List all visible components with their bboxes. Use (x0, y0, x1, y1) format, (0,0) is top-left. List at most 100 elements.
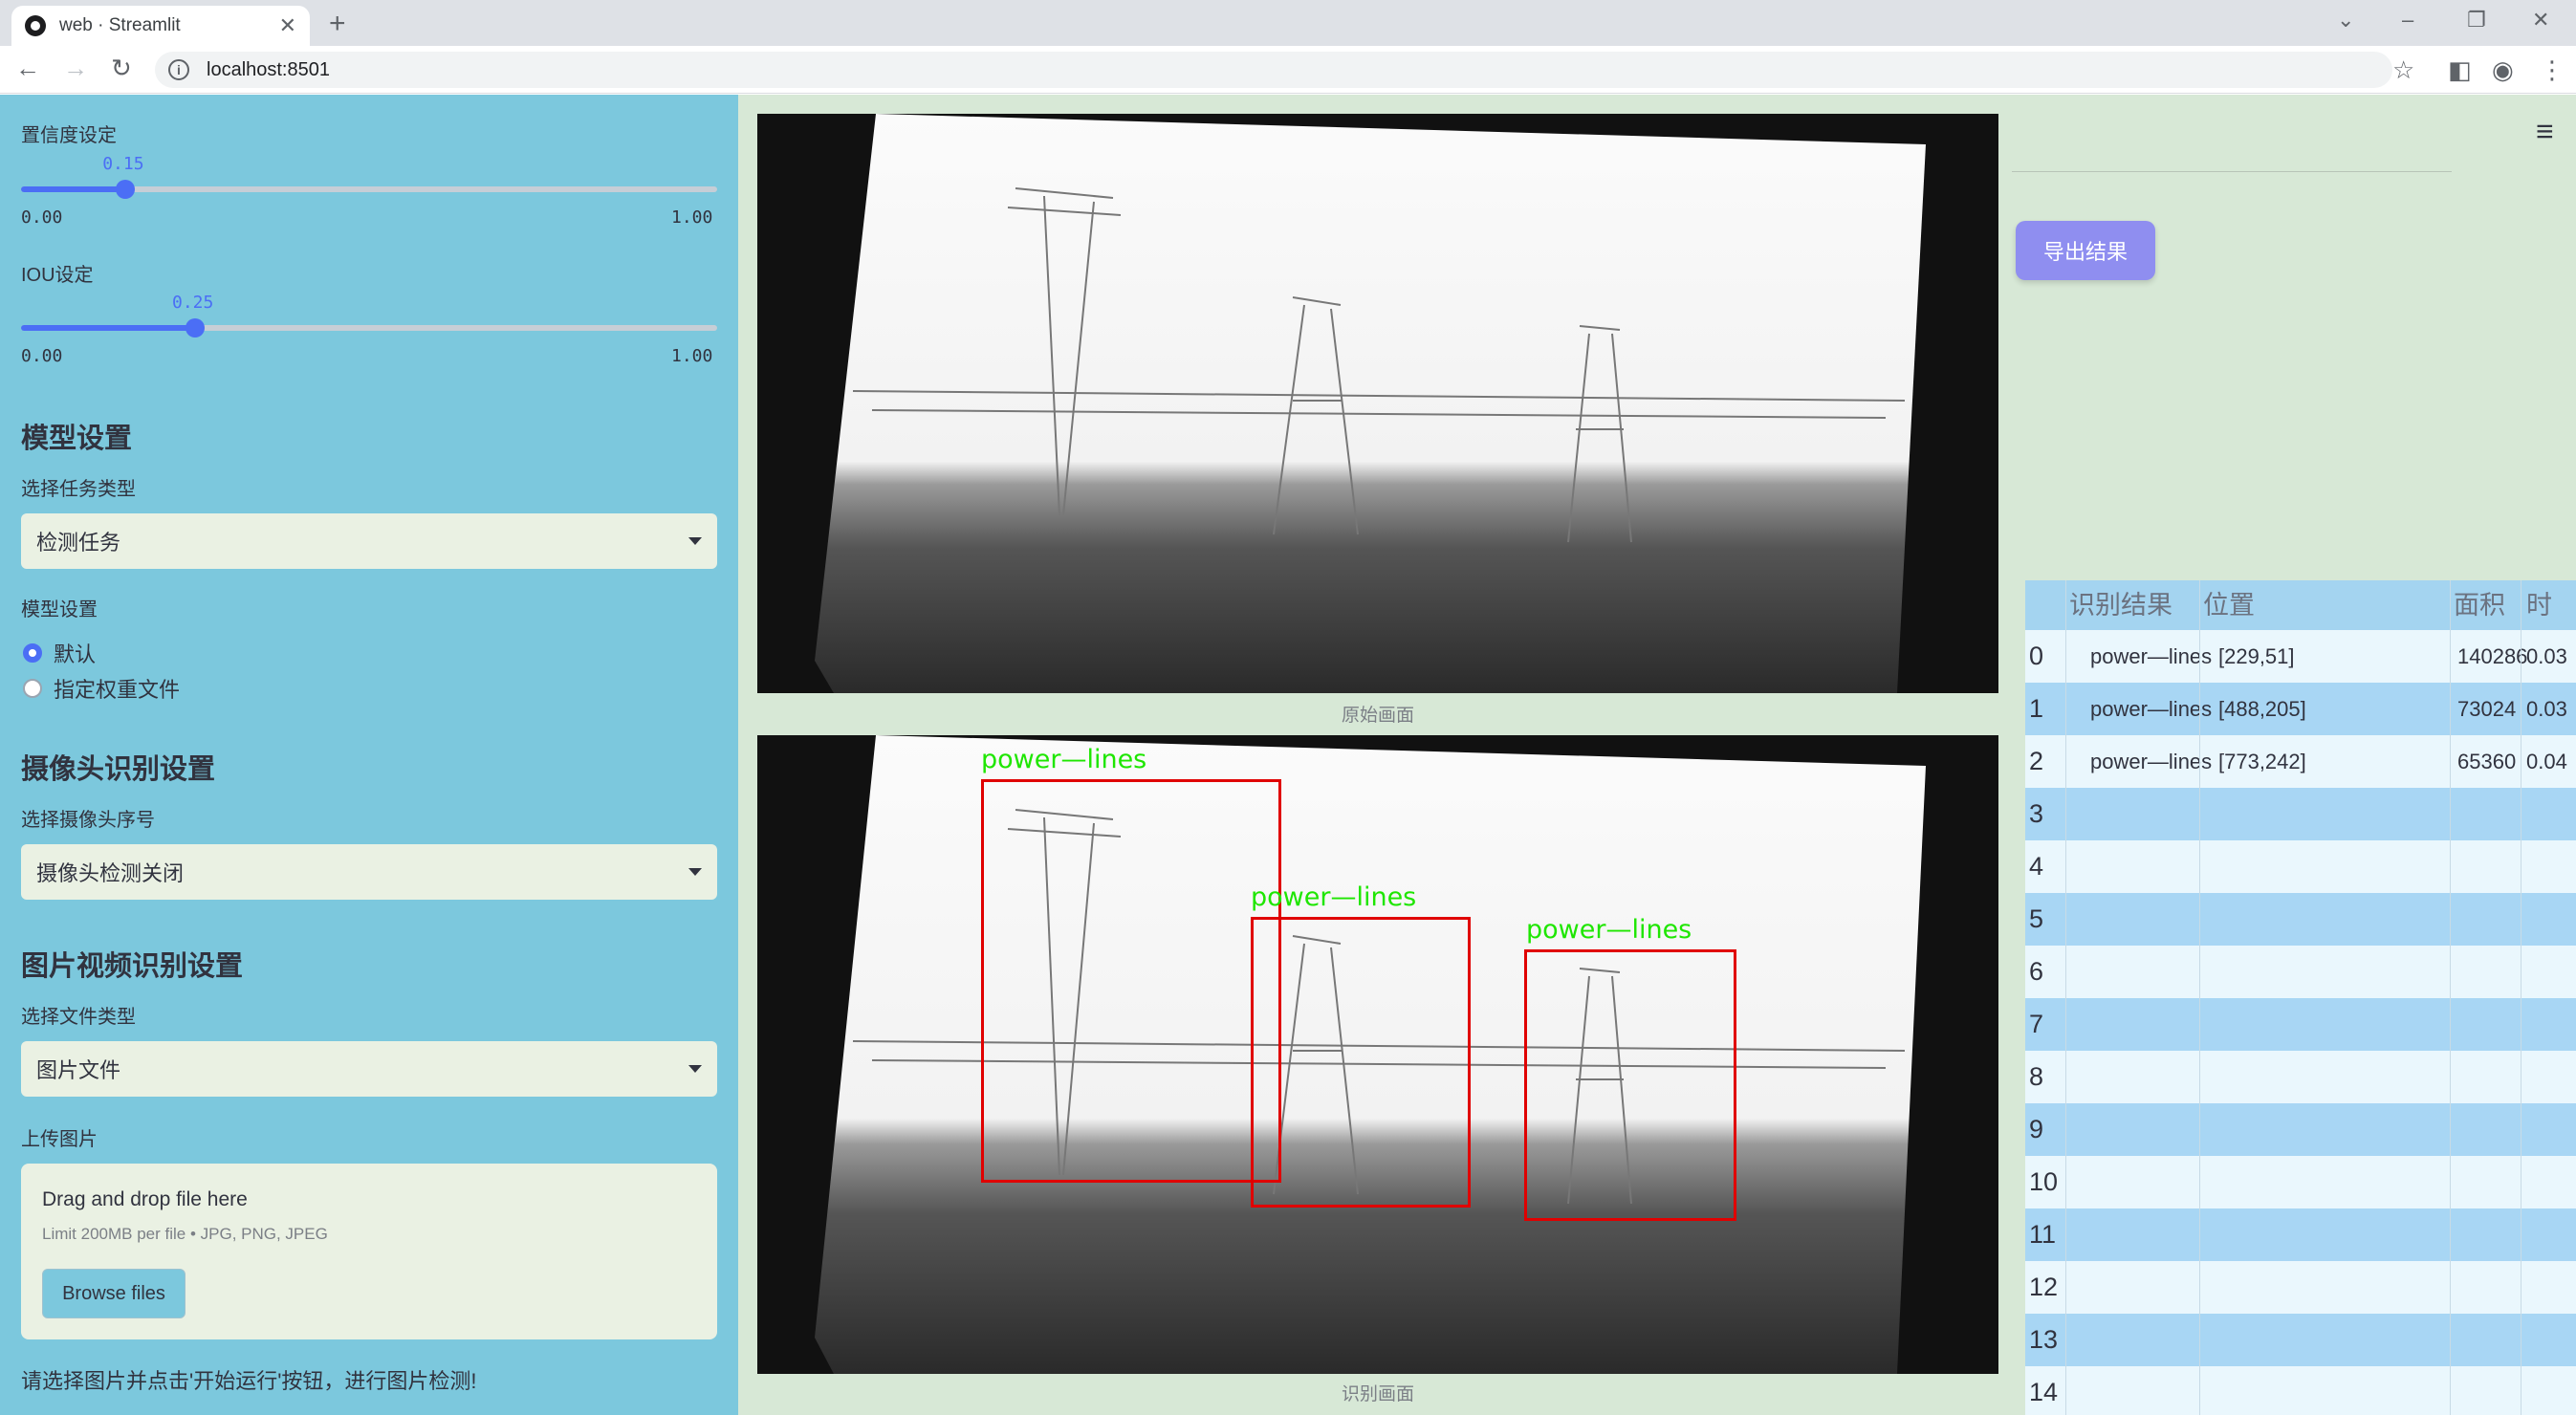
camera-index-label: 选择摄像头序号 (21, 810, 155, 831)
task-type-label: 选择任务类型 (21, 479, 136, 500)
minimize-icon[interactable]: – (2402, 8, 2413, 33)
radio-unchecked-icon[interactable] (23, 679, 42, 698)
sidebar-hint: 请选择图片并点击'开始运行'按钮，进行图片检测! (21, 1369, 477, 1393)
iou-slider-thumb[interactable] (186, 318, 205, 337)
cell-position: [488,205] (2218, 697, 2306, 721)
header-area: 面积 (2454, 591, 2505, 620)
iou-max: 1.00 (671, 346, 713, 366)
table-row[interactable]: 7 (2025, 998, 2576, 1051)
iou-slider-fill (21, 325, 195, 331)
row-index: 4 (2029, 852, 2044, 881)
close-window-icon[interactable]: ✕ (2532, 8, 2549, 33)
table-row[interactable]: 9 (2025, 1103, 2576, 1156)
table-row[interactable]: 2 power—lines [773,242] 65360 0.04 (2025, 735, 2576, 788)
detection-box (1524, 949, 1736, 1221)
tab-search-icon[interactable]: ⌄ (2337, 8, 2354, 33)
results-table[interactable]: 识别结果 位置 面积 时间 0power—lines[229,51]140286… (2025, 580, 2576, 1415)
row-index: 10 (2029, 1167, 2059, 1196)
confidence-label: 置信度设定 (21, 125, 117, 146)
cell-time: 0.03 (2526, 697, 2567, 721)
radio-checked-icon[interactable] (23, 643, 42, 663)
row-index: 3 (2029, 799, 2044, 828)
row-index: 12 (2029, 1273, 2059, 1301)
file-type-label: 选择文件类型 (21, 1007, 136, 1028)
file-dropzone[interactable]: Drag and drop file here Limit 200MB per … (21, 1164, 717, 1339)
row-index: 5 (2029, 904, 2044, 933)
divider (2012, 171, 2452, 172)
streamlit-favicon-icon (25, 15, 46, 36)
table-row[interactable]: 10 (2025, 1156, 2576, 1208)
column-divider (2199, 580, 2200, 1415)
iou-value: 0.25 (172, 293, 214, 313)
tab-title: web · Streamlit (59, 15, 181, 35)
cell-position: [229,51] (2218, 644, 2295, 668)
model-section-title: 模型设置 (21, 424, 133, 454)
dropzone-limit: Limit 200MB per file • JPG, PNG, JPEG (42, 1225, 328, 1243)
confidence-value: 0.15 (102, 154, 144, 174)
cell-area: 73024 (2457, 697, 2517, 721)
file-type-select[interactable]: 图片文件 (21, 1041, 717, 1097)
confidence-slider[interactable] (21, 180, 717, 199)
radio-default[interactable]: 默认 (23, 638, 96, 668)
browser-tab-bar: web · Streamlit ✕ + ⌄ – ❐ ✕ (0, 0, 2576, 46)
table-row[interactable]: 11 (2025, 1208, 2576, 1261)
row-index: 14 (2029, 1378, 2059, 1406)
header-result: 识别结果 (2069, 591, 2172, 620)
table-row[interactable]: 1 power—lines [488,205] 73024 0.03 (2025, 683, 2576, 735)
row-index: 1 (2029, 694, 2044, 723)
table-row[interactable]: 5 (2025, 893, 2576, 946)
iou-slider[interactable] (21, 318, 717, 337)
chevron-down-icon (688, 1065, 702, 1073)
hamburger-menu-icon[interactable]: ≡ (2536, 114, 2554, 149)
camera-index-select[interactable]: 摄像头检测关闭 (21, 844, 717, 900)
back-icon[interactable]: ← (15, 54, 40, 83)
table-row[interactable]: 14 (2025, 1366, 2576, 1415)
url-text[interactable]: localhost:8501 (207, 59, 330, 81)
restore-icon[interactable]: ❐ (2467, 8, 2486, 33)
detection-box (981, 779, 1281, 1183)
chevron-down-icon (688, 868, 702, 876)
cell-result: power—lines (2090, 644, 2213, 668)
row-index: 7 (2029, 1010, 2044, 1038)
table-row[interactable]: 3 (2025, 788, 2576, 840)
new-tab-button[interactable]: + (329, 8, 346, 40)
address-bar[interactable]: i localhost:8501 (155, 52, 2392, 88)
original-caption: 原始画面 (1341, 706, 1414, 726)
header-time: 时间 (2526, 591, 2552, 669)
tab-close-icon[interactable]: ✕ (279, 13, 296, 38)
row-index: 2 (2029, 747, 2044, 775)
reload-icon[interactable]: ↻ (111, 54, 132, 83)
row-index: 8 (2029, 1062, 2044, 1091)
detection-label: power—lines (1526, 915, 1692, 945)
table-row[interactable]: 6 (2025, 946, 2576, 998)
table-row[interactable]: 4 (2025, 840, 2576, 893)
profile-avatar-icon[interactable]: ◉ (2492, 55, 2514, 85)
sidebar: 置信度设定 0.15 0.00 1.00 IOU设定 0.25 0.00 1.0… (0, 95, 738, 1415)
browser-tab[interactable]: web · Streamlit ✕ (11, 6, 310, 46)
task-type-select[interactable]: 检测任务 (21, 513, 717, 569)
browser-menu-icon[interactable]: ⋮ (2540, 55, 2565, 85)
browse-files-button[interactable]: Browse files (42, 1269, 186, 1318)
forward-icon[interactable]: → (63, 54, 88, 83)
media-section-title: 图片视频识别设置 (21, 951, 244, 982)
row-index: 0 (2029, 642, 2044, 670)
table-row[interactable]: 13 (2025, 1314, 2576, 1366)
confidence-max: 1.00 (671, 207, 713, 228)
bookmark-star-icon[interactable]: ☆ (2392, 55, 2414, 85)
table-row[interactable]: 8 (2025, 1051, 2576, 1103)
cell-result: power—lines (2090, 697, 2213, 721)
original-photo (815, 114, 1926, 693)
export-results-button[interactable]: 导出结果 (2016, 221, 2155, 280)
detection-label: power—lines (981, 745, 1147, 774)
column-divider (2450, 580, 2451, 1415)
main-area: 原始画面 power—lines power—lines power—lines… (738, 95, 2576, 1415)
row-index: 11 (2029, 1220, 2057, 1249)
side-panel-icon[interactable]: ◧ (2448, 55, 2472, 85)
table-row[interactable]: 12 (2025, 1261, 2576, 1314)
site-info-icon[interactable]: i (168, 59, 189, 80)
table-row[interactable]: 0 power—lines [229,51] 140286 0.03 (2025, 630, 2576, 683)
confidence-slider-thumb[interactable] (116, 180, 136, 199)
radio-custom-weights[interactable]: 指定权重文件 (23, 673, 180, 704)
detection-caption: 识别画面 (1341, 1384, 1414, 1404)
cell-time: 0.03 (2526, 644, 2567, 668)
